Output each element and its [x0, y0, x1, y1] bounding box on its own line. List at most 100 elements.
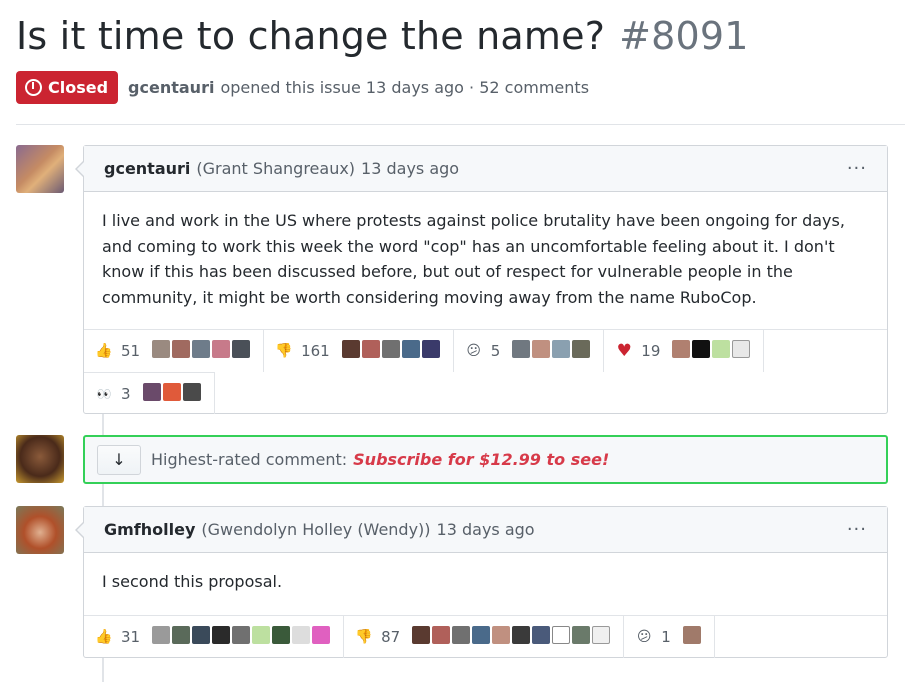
comment-card: Gmfholley (Gwendolyn Holley (Wendy)) 13 …: [75, 506, 888, 658]
avatar: [532, 626, 551, 644]
kebab-menu-icon[interactable]: ···: [847, 158, 867, 179]
reactor-avatars: [152, 626, 332, 648]
issue-title: Is it time to change the name? #8091: [16, 14, 749, 58]
avatar: [212, 626, 231, 644]
comment-author-link[interactable]: Gmfholley: [104, 520, 195, 539]
avatar-hidden-commenter[interactable]: [16, 435, 64, 483]
reaction-thumbs-down[interactable]: 👎 161: [264, 330, 454, 372]
comment-body: I second this proposal.: [102, 572, 283, 591]
avatar: [452, 626, 471, 644]
reaction-thumbs-up[interactable]: 👍 51: [84, 330, 265, 372]
avatar: [421, 340, 440, 358]
confused-face-icon: 😕: [466, 343, 482, 359]
header-divider: [16, 124, 905, 125]
avatar: [172, 626, 191, 644]
reactor-avatars: [341, 340, 442, 362]
reaction-heart[interactable]: ♥ 19: [604, 330, 765, 372]
status-badge: Closed: [16, 71, 119, 104]
reaction-count: 5: [490, 342, 501, 360]
reactor-avatars: [512, 340, 592, 362]
avatar: [572, 626, 591, 644]
thumbs-down-icon: 👎: [275, 343, 293, 359]
issue-meta: Closed gcentauri opened this issue 13 da…: [16, 71, 589, 104]
avatar: [512, 340, 531, 358]
avatar: [182, 382, 201, 401]
avatar: [312, 626, 331, 644]
issue-closed-icon: [25, 79, 42, 96]
avatar: [381, 340, 400, 358]
eyes-icon: 👀: [96, 386, 112, 401]
subscribe-promo-text: Subscribe for $12.99 to see!: [353, 450, 610, 469]
reaction-eyes[interactable]: 👀 3: [84, 372, 215, 414]
issue-title-text: Is it time to change the name?: [16, 14, 606, 58]
avatar: [712, 340, 731, 358]
avatar: [672, 340, 691, 358]
thumbs-up-icon: 👍: [95, 629, 113, 645]
issue-author-link[interactable]: gcentauri: [128, 78, 214, 97]
reactor-avatars: [152, 340, 252, 362]
reactor-avatars: [672, 340, 752, 362]
avatar: [212, 340, 231, 358]
kebab-menu-icon[interactable]: ···: [847, 519, 867, 540]
reaction-count: 1: [661, 628, 671, 646]
avatar: [292, 626, 311, 644]
avatar: [152, 340, 171, 358]
avatar: [152, 626, 171, 644]
highest-rated-label: Highest-rated comment:: [151, 450, 348, 469]
reactor-avatars: [682, 626, 703, 648]
avatar: [162, 382, 181, 401]
avatar-gcentauri[interactable]: [16, 145, 64, 193]
avatar: [401, 340, 420, 358]
comment-author-fullname: (Gwendolyn Holley (Wendy)): [201, 520, 431, 539]
highest-rated-comment-box: ↓ Highest-rated comment: Subscribe for $…: [83, 435, 888, 484]
avatar: [192, 626, 211, 644]
expand-button[interactable]: ↓: [97, 444, 141, 475]
avatar: [552, 340, 571, 358]
reaction-confused[interactable]: 😕 1: [624, 616, 715, 658]
avatar: [532, 340, 551, 358]
comment-header: gcentauri (Grant Shangreaux) 13 days ago…: [84, 146, 887, 192]
avatar: [432, 626, 451, 644]
avatar: [252, 626, 271, 644]
avatar: [692, 340, 711, 358]
avatar: [272, 626, 291, 644]
reaction-count: 19: [641, 342, 661, 360]
thumbs-up-icon: 👍: [95, 343, 113, 359]
comment-card: gcentauri (Grant Shangreaux) 13 days ago…: [75, 145, 888, 414]
avatar: [142, 382, 161, 401]
reaction-count: 87: [381, 628, 401, 646]
avatar: [572, 340, 591, 358]
avatar: [412, 626, 431, 644]
avatar: [552, 626, 571, 644]
comment-body: I live and work in the US where protests…: [102, 211, 845, 307]
issue-number: #8091: [619, 14, 749, 58]
reactions-bar: 👍 31 👎 87 😕 1: [84, 615, 887, 658]
reaction-thumbs-down[interactable]: 👎 87: [344, 616, 625, 658]
avatar: [232, 626, 251, 644]
avatar: [361, 340, 380, 358]
status-label: Closed: [48, 78, 109, 97]
reaction-thumbs-up[interactable]: 👍 31: [84, 616, 345, 658]
comment-author-fullname: (Grant Shangreaux): [196, 159, 356, 178]
avatar: [592, 626, 611, 644]
reaction-confused[interactable]: 😕 5: [454, 330, 605, 372]
avatar: [341, 340, 360, 358]
reaction-count: 161: [301, 342, 330, 360]
heart-icon: ♥: [616, 341, 632, 361]
reaction-count: 51: [121, 342, 141, 360]
comment-timestamp[interactable]: 13 days ago: [361, 159, 459, 178]
avatar: [512, 626, 531, 644]
reactions-bar: 👍 51 👎 161 😕 5 ♥ 19 👀 3: [84, 329, 887, 414]
avatar: [172, 340, 191, 358]
reactor-avatars: [142, 382, 203, 405]
avatar-gmfholley[interactable]: [16, 506, 64, 554]
reactor-avatars: [412, 626, 612, 648]
comment-header: Gmfholley (Gwendolyn Holley (Wendy)) 13 …: [84, 507, 887, 553]
avatar: [492, 626, 511, 644]
comment-author-link[interactable]: gcentauri: [104, 159, 190, 178]
avatar: [232, 340, 251, 358]
comment-timestamp[interactable]: 13 days ago: [437, 520, 535, 539]
arrow-down-icon: ↓: [112, 450, 126, 469]
avatar: [682, 626, 701, 644]
confused-face-icon: 😕: [636, 629, 652, 645]
